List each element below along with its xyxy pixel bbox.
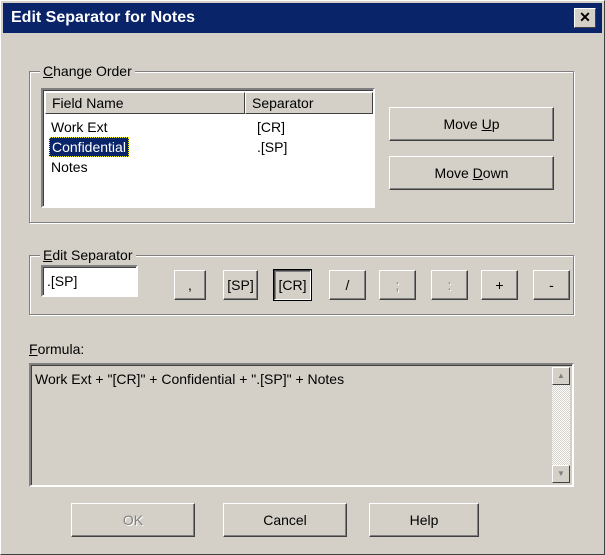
cancel-button[interactable]: Cancel — [223, 503, 347, 537]
separator-input[interactable] — [41, 265, 138, 297]
list-item[interactable]: Work Ext [CR] — [47, 117, 367, 137]
dialog-window: Edit Separator for Notes ✕ Change Order … — [0, 0, 605, 555]
move-up-button[interactable]: Move Up — [389, 107, 554, 141]
separator-semicolon-button[interactable]: ; — [379, 270, 416, 300]
edit-separator-label: Edit Separator — [40, 246, 136, 264]
separator-space-button[interactable]: [SP] — [223, 270, 258, 300]
title-bar: Edit Separator for Notes ✕ — [3, 3, 602, 33]
separator-colon-button[interactable]: : — [431, 270, 468, 300]
list-item-field: Notes — [51, 159, 88, 175]
scroll-up-icon[interactable]: ▲ — [552, 367, 570, 385]
formula-label: Formula: — [29, 341, 85, 357]
field-order-list[interactable]: Field Name Separator Work Ext [CR] Confi… — [41, 88, 375, 208]
move-down-button[interactable]: Move Down — [389, 156, 554, 190]
column-header-separator[interactable]: Separator — [245, 92, 373, 114]
list-item-separator: .[SP] — [257, 139, 288, 155]
ok-button[interactable]: OK — [71, 503, 195, 537]
separator-cr-button[interactable]: [CR] — [273, 269, 312, 301]
dialog-title: Edit Separator for Notes — [11, 9, 196, 26]
list-item-field: Work Ext — [51, 119, 108, 135]
separator-minus-button[interactable]: - — [533, 270, 570, 300]
formula-scrollbar[interactable]: ▲ ▼ — [552, 367, 570, 483]
scroll-down-icon[interactable]: ▼ — [552, 465, 570, 483]
list-item-selected[interactable]: Confidential .[SP] — [47, 137, 367, 157]
column-header-field-name[interactable]: Field Name — [45, 92, 245, 114]
list-item[interactable]: Notes — [47, 157, 367, 177]
close-icon[interactable]: ✕ — [574, 8, 596, 28]
separator-slash-button[interactable]: / — [329, 270, 366, 300]
separator-plus-button[interactable]: + — [481, 270, 518, 300]
list-item-field: Confidential — [49, 137, 129, 157]
list-header: Field Name Separator — [45, 92, 373, 114]
formula-text: Work Ext + "[CR]" + Confidential + ".[SP… — [35, 371, 345, 387]
list-item-separator: [CR] — [257, 119, 285, 135]
formula-textbox[interactable]: Work Ext + "[CR]" + Confidential + ".[SP… — [29, 363, 574, 487]
change-order-label: Change Order — [40, 62, 135, 80]
separator-comma-button[interactable]: , — [174, 270, 206, 300]
help-button[interactable]: Help — [369, 503, 479, 537]
